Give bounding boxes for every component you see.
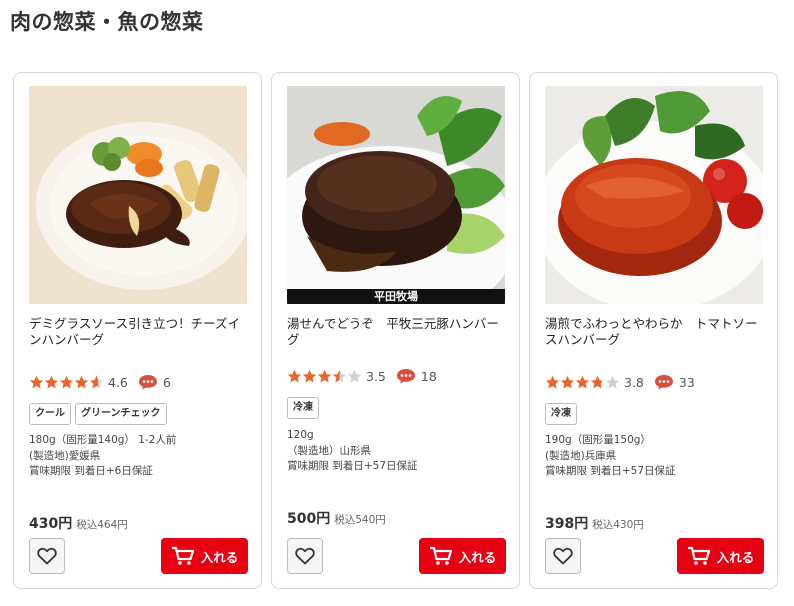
- heart-icon: [553, 547, 573, 565]
- product-name[interactable]: 湯煎でふわっとやわらか トマトソースハンバーグ: [545, 316, 767, 348]
- product-image[interactable]: 平田牧場: [287, 86, 505, 304]
- tag-frozen: 冷凍: [287, 397, 319, 419]
- cart-icon: [687, 546, 710, 565]
- tag-list: 冷凍: [287, 397, 323, 419]
- product-spec: 190g（固形量150g） (製造地)兵庫県 賞味期限 到着日+57日保証: [545, 433, 676, 480]
- rating-value: 3.8: [624, 374, 644, 390]
- rating-row: 3.8 33: [545, 373, 695, 391]
- spec-line: 180g（固形量140g） 1-2人前: [29, 434, 177, 446]
- star-icon: [590, 375, 605, 388]
- add-to-cart-button[interactable]: 入れる: [419, 538, 506, 574]
- spec-line: （製造地）山形県: [287, 444, 371, 457]
- price: 430円: [29, 516, 73, 532]
- product-image[interactable]: [545, 86, 763, 304]
- star-icon: [29, 375, 44, 388]
- tag-list: 冷凍: [545, 403, 581, 425]
- product-name[interactable]: デミグラスソース引き立つ！チーズインハンバーグ: [29, 316, 251, 348]
- star-rating: [29, 375, 104, 390]
- price-row: 430円 税込464円: [29, 513, 128, 533]
- spec-line: 賞味期限 到着日+57日保証: [545, 465, 676, 477]
- star-icon: [560, 375, 575, 388]
- tax-included-price: 税込430円: [592, 519, 644, 531]
- cart-icon: [171, 546, 194, 565]
- price: 500円: [287, 511, 331, 527]
- spec-line: 賞味期限 到着日+57日保証: [287, 460, 418, 472]
- tax-included-price: 税込540円: [334, 514, 386, 526]
- spec-line: (製造地)愛媛県: [29, 449, 101, 462]
- star-icon: [59, 375, 74, 388]
- rating-value: 3.5: [366, 368, 386, 384]
- star-icon: [302, 369, 317, 382]
- rating-row: 3.5 18: [287, 367, 437, 385]
- product-image[interactable]: [29, 86, 247, 304]
- price-row: 500円 税込540円: [287, 508, 386, 528]
- star-rating: [545, 375, 620, 390]
- favorite-button[interactable]: [545, 538, 581, 574]
- spec-line: 190g（固形量150g）: [545, 434, 651, 446]
- add-to-cart-button[interactable]: 入れる: [161, 538, 248, 574]
- rating-row: 4.6 6: [29, 373, 171, 391]
- star-icon: [287, 369, 302, 382]
- comment-icon: [654, 375, 673, 390]
- product-spec: 120g （製造地）山形県 賞味期限 到着日+57日保証: [287, 428, 418, 475]
- tag-list: クール グリーンチェック: [29, 403, 171, 425]
- product-name[interactable]: 湯せんでどうぞ 平牧三元豚ハンバーグ: [287, 316, 509, 348]
- product-card[interactable]: 平田牧場 湯せんでどうぞ 平牧三元豚ハンバーグ 3.5 18 冷凍 120g （…: [271, 72, 520, 589]
- star-rating: [287, 369, 362, 384]
- add-to-cart-button[interactable]: 入れる: [677, 538, 764, 574]
- product-card[interactable]: 湯煎でふわっとやわらか トマトソースハンバーグ 3.8 33 冷凍 190g（固…: [529, 72, 778, 589]
- favorite-button[interactable]: [29, 538, 65, 574]
- cart-icon: [429, 546, 452, 565]
- star-icon: [347, 369, 362, 382]
- star-icon: [332, 369, 347, 382]
- tag-frozen: 冷凍: [545, 403, 577, 425]
- add-to-cart-label: 入れる: [200, 549, 239, 565]
- price: 398円: [545, 516, 589, 532]
- tag-cool: クール: [29, 403, 71, 425]
- add-to-cart-label: 入れる: [458, 549, 497, 565]
- star-icon: [89, 375, 104, 388]
- star-icon: [44, 375, 59, 388]
- star-icon: [545, 375, 560, 388]
- rating-value: 4.6: [108, 374, 128, 390]
- comment-icon: [396, 369, 415, 384]
- farm-label: 平田牧場: [287, 289, 505, 304]
- comment-count: 6: [162, 374, 171, 390]
- spec-line: 賞味期限 到着日+6日保証: [29, 465, 153, 477]
- comment-count: 18: [420, 368, 437, 384]
- heart-icon: [37, 547, 57, 565]
- add-to-cart-label: 入れる: [716, 549, 755, 565]
- page-title: 肉の惣菜・魚の惣菜: [10, 10, 204, 34]
- star-icon: [605, 375, 620, 388]
- product-card[interactable]: デミグラスソース引き立つ！チーズインハンバーグ 4.6 6 クール グリーンチェ…: [13, 72, 262, 589]
- spec-line: 120g: [287, 429, 314, 441]
- tax-included-price: 税込464円: [76, 519, 128, 531]
- comment-icon: [138, 375, 157, 390]
- spec-line: (製造地)兵庫県: [545, 449, 617, 462]
- star-icon: [575, 375, 590, 388]
- favorite-button[interactable]: [287, 538, 323, 574]
- comment-count: 33: [678, 374, 695, 390]
- product-spec: 180g（固形量140g） 1-2人前 (製造地)愛媛県 賞味期限 到着日+6日…: [29, 433, 176, 480]
- price-row: 398円 税込430円: [545, 513, 644, 533]
- star-icon: [317, 369, 332, 382]
- star-icon: [74, 375, 89, 388]
- tag-green-check: グリーンチェック: [75, 403, 167, 425]
- heart-icon: [295, 547, 315, 565]
